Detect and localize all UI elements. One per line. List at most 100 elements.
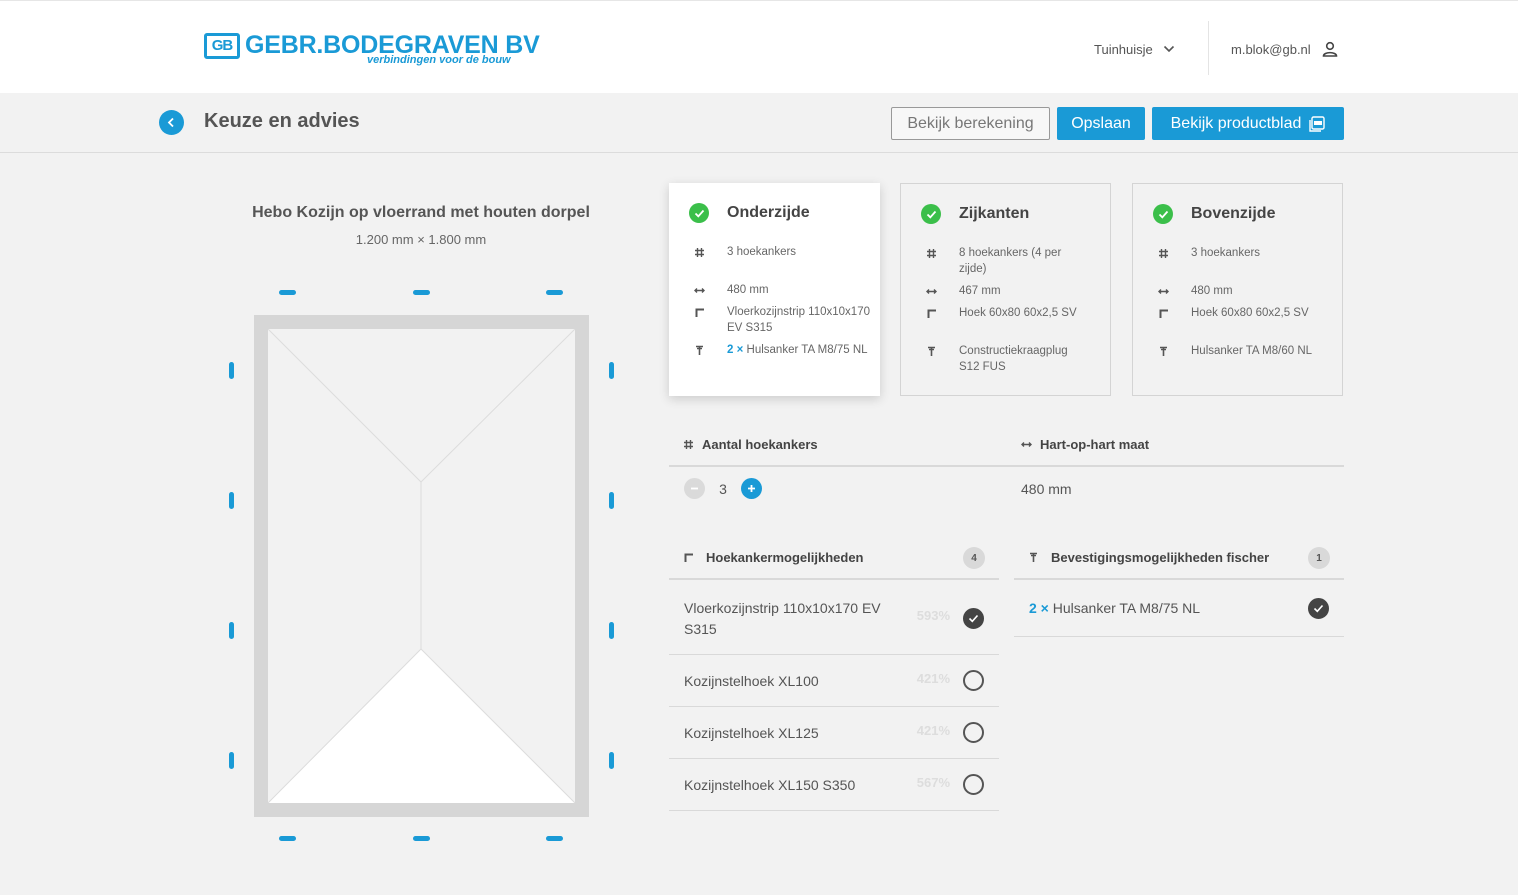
anchor-count-header: Aantal hoekankers	[683, 437, 818, 452]
spacing-label: Hart-op-hart maat	[1040, 437, 1150, 452]
list-item[interactable]: Vloerkozijnstrip 110x10x170 EV S315 593%	[669, 580, 999, 655]
pdf-icon	[1309, 115, 1326, 132]
anchor-mark-bottom	[546, 836, 563, 841]
corner-anchor: Hoek 60x80 60x2,5 SV	[1191, 307, 1309, 319]
fixing-name: Hulsanker TA M8/75 NL	[1052, 600, 1201, 616]
count-badge: 1	[1308, 547, 1330, 569]
option-percentage: 593%	[916, 608, 950, 623]
spacing-arrows-icon	[1155, 283, 1171, 299]
product-dimensions: 1.200 mm × 1.800 mm	[355, 232, 487, 247]
user-email: m.blok@gb.nl	[1231, 41, 1311, 57]
corner-anchor: Hoek 60x80 60x2,5 SV	[959, 307, 1077, 319]
project-dropdown-label: Tuinhuisje	[1094, 41, 1153, 57]
anchor-mark-top	[413, 290, 430, 295]
spacing-value: 480 mm	[1021, 481, 1072, 497]
header-divider	[1208, 21, 1209, 75]
radio-button[interactable]	[963, 670, 984, 691]
plus-icon	[748, 485, 755, 492]
anchor-mark-top	[279, 290, 296, 295]
project-dropdown[interactable]: Tuinhuisje	[1094, 39, 1175, 59]
option-label: Vloerkozijnstrip 110x10x170 EV S315	[684, 600, 881, 637]
save-button[interactable]: Opslaan	[1057, 107, 1145, 140]
anchor-count: 8 hoekankers (4 per zijde)	[959, 247, 1062, 275]
anchor-mark-left	[229, 622, 234, 639]
divider	[669, 465, 1344, 467]
side-card-title: Bovenzijde	[1191, 205, 1276, 222]
option-percentage: 421%	[916, 723, 950, 738]
side-card-top[interactable]: Bovenzijde 3 hoekankers 480 mm Hoek 60x8…	[1132, 183, 1343, 396]
side-card-sides[interactable]: Zijkanten 8 hoekankers (4 per zijde) 467…	[900, 183, 1111, 396]
chevron-down-icon	[1163, 45, 1174, 53]
spacing-arrows-icon	[923, 283, 939, 299]
fixing-name: Hulsanker TA M8/60 NL	[1191, 345, 1313, 357]
page-toolbar: Keuze en advies Bekijk berekening Opslaa…	[0, 93, 1518, 153]
increment-button[interactable]	[741, 478, 762, 499]
fixing-qty: 2 ×	[727, 344, 744, 356]
fixing-qty: 2 ×	[1029, 600, 1049, 616]
anchor-bolt-icon	[691, 342, 707, 358]
page-title: Keuze en advies	[204, 110, 360, 132]
fixing-name: Hulsanker TA M8/75 NL	[746, 344, 868, 356]
hash-icon	[691, 244, 707, 260]
count-badge: 4	[963, 547, 985, 569]
anchor-bolt-icon	[923, 343, 939, 359]
brand-logo[interactable]: GB GEBR.BODEGRAVEN BV verbindingen voor …	[204, 31, 540, 71]
check-icon	[968, 614, 979, 623]
view-calculation-button[interactable]: Bekijk berekening	[891, 107, 1050, 140]
hash-icon	[923, 245, 939, 261]
center-spacing: 480 mm	[1191, 285, 1233, 297]
list-item[interactable]: Kozijnstelhoek XL150 S350 567%	[669, 759, 999, 811]
anchor-count: 3 hoekankers	[1191, 247, 1261, 259]
chevron-left-icon	[167, 117, 174, 128]
user-menu[interactable]: m.blok@gb.nl	[1231, 39, 1339, 59]
view-product-sheet-button[interactable]: Bekijk productblad	[1152, 107, 1344, 140]
list-item[interactable]: Kozijnstelhoek XL125 421%	[669, 707, 999, 759]
brand-logo-badge: GB	[204, 33, 240, 59]
user-icon	[1322, 41, 1337, 57]
anchor-bolt-icon	[1155, 343, 1171, 359]
option-label: Kozijnstelhoek XL125	[684, 725, 819, 741]
check-icon	[1153, 204, 1173, 224]
fixing-name: Constructiekraagplug S12 FUS	[959, 345, 1068, 373]
anchor-mark-right	[609, 752, 614, 769]
product-title: Hebo Kozijn op vloerrand met houten dorp…	[252, 204, 590, 221]
center-spacing: 467 mm	[959, 285, 1001, 297]
list-item[interactable]: Kozijnstelhoek XL100 421%	[669, 655, 999, 707]
side-card-bottom[interactable]: Onderzijde 3 hoekankers 480 mm Vloerkozi…	[669, 183, 880, 396]
anchor-mark-bottom	[279, 836, 296, 841]
corner-bracket-icon	[923, 305, 939, 321]
anchor-mark-top	[546, 290, 563, 295]
radio-button[interactable]	[963, 774, 984, 795]
anchor-options-header: Hoekankermogelijkheden	[683, 550, 864, 565]
frame-drawing	[229, 290, 614, 841]
corner-bracket-icon	[691, 304, 707, 320]
brand-tagline: verbindingen voor de bouw	[367, 54, 511, 66]
anchor-mark-right	[609, 492, 614, 509]
anchor-mark-right	[609, 622, 614, 639]
radio-selected[interactable]	[1308, 598, 1329, 619]
corner-anchor: Vloerkozijnstrip 110x10x170 EV S315	[727, 306, 870, 334]
option-percentage: 421%	[916, 671, 950, 686]
side-card-title: Onderzijde	[727, 204, 810, 221]
back-button[interactable]	[159, 110, 184, 135]
anchor-mark-left	[229, 752, 234, 769]
corner-bracket-icon	[1155, 305, 1171, 321]
anchor-mark-left	[229, 362, 234, 379]
decrement-button[interactable]	[684, 478, 705, 499]
fixing-option-label: 2 × Hulsanker TA M8/75 NL	[1029, 600, 1200, 616]
spacing-arrows-icon	[691, 282, 707, 298]
anchor-count-value: 3	[719, 480, 727, 497]
anchor-bolt-icon	[1030, 552, 1037, 562]
anchor-mark-bottom	[413, 836, 430, 841]
hash-icon	[684, 440, 693, 449]
spacing-arrows-icon	[1021, 442, 1032, 447]
radio-button[interactable]	[963, 722, 984, 743]
view-product-sheet-label: Bekijk productblad	[1170, 114, 1302, 132]
anchor-mark-right	[609, 362, 614, 379]
check-icon	[921, 204, 941, 224]
fixing-options-header: Bevestigingsmogelijkheden fischer	[1028, 550, 1269, 565]
list-item[interactable]: 2 × Hulsanker TA M8/75 NL	[1014, 582, 1344, 637]
radio-selected[interactable]	[963, 608, 984, 629]
anchor-mark-left	[229, 492, 234, 509]
center-spacing: 480 mm	[727, 284, 769, 296]
